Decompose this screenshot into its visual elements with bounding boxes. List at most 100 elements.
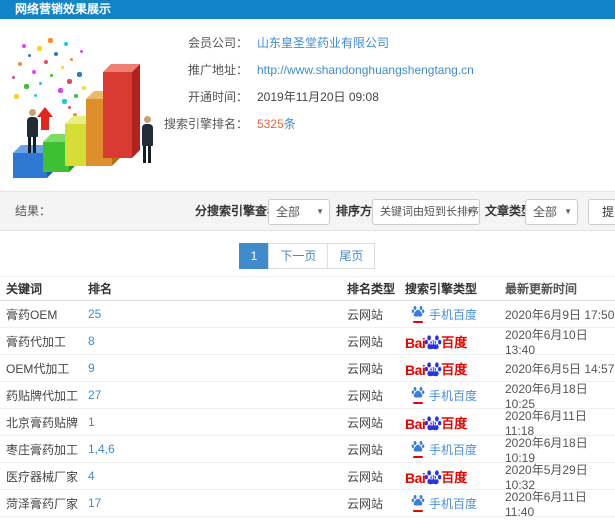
confetti-dot xyxy=(18,62,22,66)
company-link[interactable]: 山东皇圣堂药业有限公司 xyxy=(257,34,389,51)
table-row: 药贴牌代加工 27 云网站 手机百度 2020年6月18日 10:25 xyxy=(0,382,615,411)
table-row: 膏药OEM 25 云网站 手机百度 2020年6月9日 17:50 xyxy=(0,301,615,328)
filter-bar: 结果： 分搜索引擎查看 全部 ▼ 排序方式 关键词由短到长排序 ▼ 文章类型 全部 ▼… xyxy=(0,191,615,231)
mobile-baidu-logo: 手机百度 xyxy=(411,386,477,404)
rank-count-value: 5325 xyxy=(257,117,284,131)
engine-cell: Bai du 百度 xyxy=(399,332,499,351)
rank-link[interactable]: 9 xyxy=(88,361,95,375)
table-rows: 膏药OEM 25 云网站 手机百度 2020年6月9日 17:50 膏药代加工 8 云网站 Ba… xyxy=(0,301,615,519)
keyword-cell: 菏泽膏药厂家 xyxy=(6,496,79,511)
field-label: 会员公司： xyxy=(187,36,248,50)
rank-cell: 8 xyxy=(82,334,341,348)
table-row: 膏药代加工 8 云网站 Bai du 百度 2020年6月10日 13:40 xyxy=(0,328,615,357)
confetti-dot xyxy=(64,42,68,46)
table-row: 菏泽膏药厂家 17 云网站 手机百度 2020年6月11日 11:40 xyxy=(0,490,615,519)
rank-cell: 1,4,6 xyxy=(82,442,341,456)
confetti-dot xyxy=(77,72,82,77)
open-time-value: 2019年11月20日 09:08 xyxy=(257,90,379,104)
rank-cell: 4 xyxy=(82,469,341,483)
sort-select[interactable]: 关键词由短到长排序 ▼ xyxy=(372,199,480,225)
table-row: 枣庄膏药加工 1,4,6 云网站 手机百度 2020年6月18日 10:19 xyxy=(0,436,615,465)
confetti-dot xyxy=(32,70,36,74)
rank-link[interactable]: 27 xyxy=(88,388,101,402)
baidu-paw-icon xyxy=(411,441,425,452)
updated-cell: 2020年6月9日 17:50 xyxy=(505,307,615,322)
confetti-dot xyxy=(54,52,58,56)
rank-type-cell: 云网站 xyxy=(347,415,384,430)
next-page-button[interactable]: 下一页 xyxy=(268,243,329,269)
engine-cell: Bai du 百度 xyxy=(399,359,499,378)
rank-type-cell: 云网站 xyxy=(347,442,384,457)
header-updated: 最新更新时间 xyxy=(505,282,578,296)
confetti-dot xyxy=(39,82,42,85)
rank-cell: 9 xyxy=(82,361,341,375)
mobile-baidu-logo: 手机百度 xyxy=(411,305,477,323)
rank-type-cell: 云网站 xyxy=(347,496,384,511)
confetti-dot xyxy=(80,50,83,53)
engine-cell: 手机百度 xyxy=(399,386,499,404)
info-field-url: 推广地址： http://www.shandonghuangshengtang.… xyxy=(110,56,474,83)
confetti-dot xyxy=(62,99,67,104)
header-rank-type: 排名类型 xyxy=(347,282,396,296)
last-page-button[interactable]: 尾页 xyxy=(327,243,376,269)
keyword-cell: 膏药代加工 xyxy=(6,334,67,349)
rank-link[interactable]: 17 xyxy=(88,496,101,510)
chevron-down-icon: ▼ xyxy=(466,207,474,216)
rank-count-unit: 条 xyxy=(283,117,296,131)
rank-link[interactable]: 1,4,6 xyxy=(88,442,115,456)
table-row: 北京膏药贴牌 1 云网站 Bai du 百度 2020年6月11日 11:18 xyxy=(0,409,615,438)
confetti-dot xyxy=(14,94,19,99)
keyword-cell: 枣庄膏药加工 xyxy=(6,442,79,457)
confetti-dot xyxy=(37,46,42,51)
confetti-dot xyxy=(34,94,37,97)
baidu-logo: Bai du 百度 xyxy=(405,415,468,432)
rank-type-cell: 云网站 xyxy=(347,361,384,376)
confetti-dot xyxy=(58,88,63,93)
header-engine-type: 搜索引擎类型 xyxy=(405,282,478,296)
mobile-baidu-logo: 手机百度 xyxy=(411,440,477,458)
rank-link[interactable]: 25 xyxy=(88,307,101,321)
rank-cell: 1 xyxy=(82,415,341,429)
engine-filter-label: 分搜索引擎查看 xyxy=(195,204,280,218)
engine-cell: Bai du 百度 xyxy=(399,413,499,432)
baidu-paw-icon xyxy=(411,306,425,317)
confetti-dot xyxy=(24,84,29,89)
article-type-select[interactable]: 全部 ▼ xyxy=(525,199,578,225)
rank-link[interactable]: 4 xyxy=(88,469,95,483)
promo-url-link[interactable]: http://www.shandonghuangshengtang.cn xyxy=(257,63,474,77)
mobile-baidu-logo: 手机百度 xyxy=(411,494,477,512)
keyword-cell: 北京膏药贴牌 xyxy=(6,415,79,430)
rank-type-cell: 云网站 xyxy=(347,469,384,484)
page-title: 网络营销效果展示 xyxy=(0,0,615,19)
rank-type-cell: 云网站 xyxy=(347,388,384,403)
growth-arrow-icon xyxy=(37,107,53,130)
confetti-dot xyxy=(61,66,64,69)
baidu-paw-icon xyxy=(411,495,425,506)
rank-link[interactable]: 8 xyxy=(88,334,95,348)
rank-cell: 25 xyxy=(82,307,341,321)
confetti-dot xyxy=(22,44,26,48)
header-keyword: 关键词 xyxy=(6,282,43,296)
engine-cell: 手机百度 xyxy=(399,440,499,458)
confetti-dot xyxy=(67,79,72,84)
engine-filter-select[interactable]: 全部 ▼ xyxy=(268,199,330,225)
confetti-dot xyxy=(70,58,73,61)
baidu-logo: Bai du 百度 xyxy=(405,334,468,351)
rank-link[interactable]: 1 xyxy=(88,415,95,429)
baidu-paw-icon xyxy=(411,387,425,398)
pagination: 1 下一页 尾页 xyxy=(0,243,615,269)
keyword-cell: 膏药OEM xyxy=(6,307,58,322)
updated-cell: 2020年6月5日 14:57 xyxy=(505,361,615,376)
rank-type-cell: 云网站 xyxy=(347,334,384,349)
engine-cell: 手机百度 xyxy=(399,494,499,512)
table-header: 关键词 排名 排名类型 搜索引擎类型 最新更新时间 xyxy=(0,276,615,301)
field-label: 搜索引擎排名： xyxy=(163,117,248,131)
page-1-button[interactable]: 1 xyxy=(238,243,270,269)
submit-button[interactable]: 提交 xyxy=(588,199,615,225)
keyword-cell: 医疗器械厂家 xyxy=(6,469,79,484)
info-field-company: 会员公司： 山东皇圣堂药业有限公司 xyxy=(110,29,474,56)
field-label: 推广地址： xyxy=(187,63,248,77)
baidu-logo: Bai du 百度 xyxy=(405,469,468,486)
chevron-down-icon: ▼ xyxy=(564,207,572,216)
rank-cell: 17 xyxy=(82,496,341,510)
